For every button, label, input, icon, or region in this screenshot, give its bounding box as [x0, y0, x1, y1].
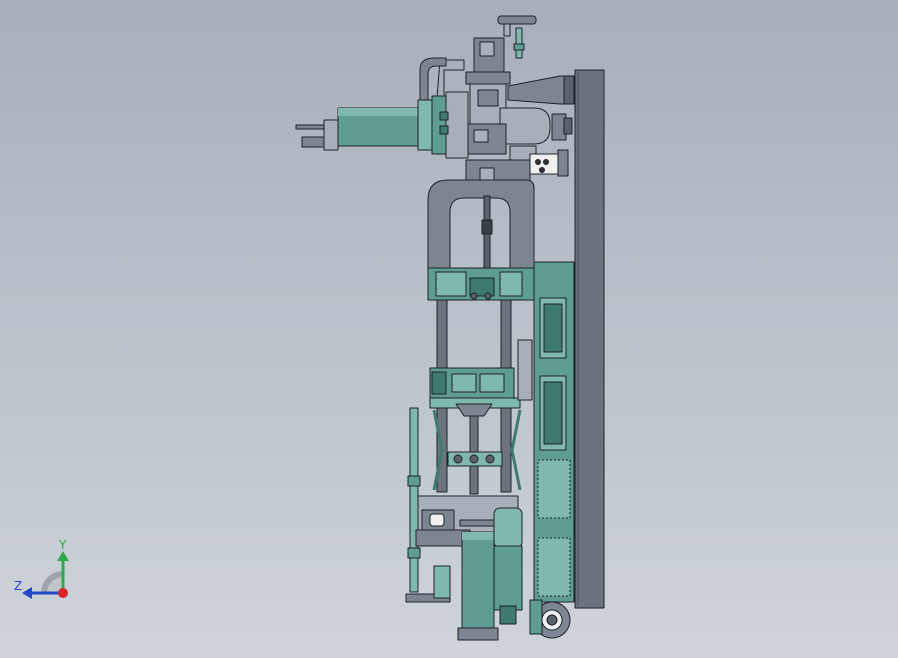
- c-frame[interactable]: [427, 179, 535, 269]
- machine-model[interactable]: [0, 0, 898, 658]
- head-carriage[interactable]: [465, 159, 531, 183]
- z-axis-arrow: [22, 587, 32, 599]
- middle-platen[interactable]: [429, 367, 515, 399]
- z-axis-label: Z: [14, 579, 22, 593]
- drive-motor[interactable]: [529, 599, 571, 639]
- y-axis-label: Y: [58, 538, 67, 552]
- control-cabinet[interactable]: [517, 261, 575, 603]
- origin-dot: [58, 588, 68, 598]
- y-axis-arrow: [57, 551, 69, 561]
- orientation-triad[interactable]: Y Z: [12, 535, 82, 610]
- mounting-plate[interactable]: [574, 69, 605, 609]
- injection-cylinder[interactable]: [295, 91, 469, 159]
- graphics-viewport[interactable]: Y Z: [0, 0, 898, 658]
- upper-platen[interactable]: [427, 267, 535, 301]
